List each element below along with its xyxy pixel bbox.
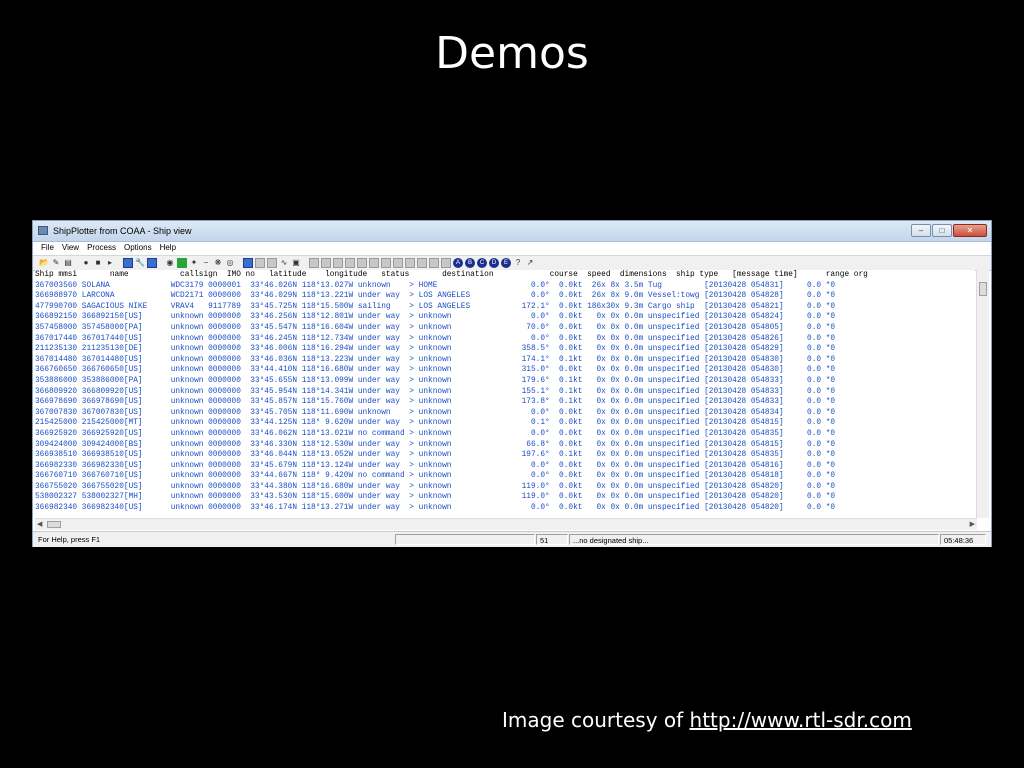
table-row[interactable]: 353886000 353886000[PA] unknown 0000000 … (35, 376, 975, 387)
weather-icon[interactable]: ❋ (213, 258, 223, 268)
window-titlebar[interactable]: ShipPlotter from COAA - Ship view – □ ✕ (33, 221, 991, 242)
caption-link[interactable]: http://www.rtl-sdr.com (690, 708, 912, 732)
filter-2-icon[interactable] (321, 258, 331, 268)
target-icon[interactable]: ◎ (225, 258, 235, 268)
minus-icon[interactable]: − (201, 258, 211, 268)
menu-help[interactable]: Help (160, 243, 176, 255)
chart-icon[interactable] (123, 258, 133, 268)
tools-icon[interactable]: 🔧 (135, 258, 145, 268)
image-credit: Image courtesy of http://www.rtl-sdr.com (502, 708, 912, 732)
graph-icon[interactable]: ∿ (279, 258, 289, 268)
table-row[interactable]: 367014480 367014480[US] unknown 0000000 … (35, 355, 975, 366)
vertical-scrollbar[interactable] (976, 270, 989, 518)
menu-view[interactable]: View (62, 243, 79, 255)
table-row[interactable]: 366988970 LARCONA WCD2171 0000000 33°46.… (35, 291, 975, 302)
filter-3-icon[interactable] (333, 258, 343, 268)
filter-7-icon[interactable] (381, 258, 391, 268)
table-row[interactable]: 367017440 367017440[US] unknown 0000000 … (35, 334, 975, 345)
table-row[interactable]: 366892150 366892150[US] unknown 0000000 … (35, 312, 975, 323)
circle-e-icon[interactable]: E (501, 258, 511, 268)
help-question-icon[interactable]: ? (513, 258, 523, 268)
minimize-icon[interactable]: – (911, 224, 931, 237)
filter-1-icon[interactable] (309, 258, 319, 268)
table-row[interactable]: 366982330 366982330[US] unknown 0000000 … (35, 461, 975, 472)
filter-11-icon[interactable] (429, 258, 439, 268)
table-row[interactable]: 366809920 366809920[US] unknown 0000000 … (35, 387, 975, 398)
circle-b-icon[interactable]: B (465, 258, 475, 268)
table-row[interactable]: 366938510 366938510[US] unknown 0000000 … (35, 450, 975, 461)
table-row[interactable]: 538002327 538002327[MH] unknown 0000000 … (35, 492, 975, 503)
record-icon[interactable]: ● (81, 258, 91, 268)
table-row[interactable]: 366760650 366760650[US] unknown 0000000 … (35, 365, 975, 376)
circle-a-icon[interactable]: A (453, 258, 463, 268)
table-row[interactable]: 367003560 SOLANA WDC3179 0000001 33°46.0… (35, 281, 975, 292)
window-icon[interactable]: ▣ (291, 258, 301, 268)
ship-table: Ship mmsi name callsign IMO no latitude … (35, 270, 975, 518)
circle-d-icon[interactable]: D (489, 258, 499, 268)
play-icon[interactable]: ▸ (105, 258, 115, 268)
caption-text: Image courtesy of (502, 708, 684, 732)
table-row[interactable]: 477990700 SAGACIOUS NIKE VRAV4 9117789 3… (35, 302, 975, 313)
menu-options[interactable]: Options (124, 243, 152, 255)
table-row[interactable]: 215425000 215425000[MT] unknown 0000000 … (35, 418, 975, 429)
menubar: File View Process Options Help (33, 242, 991, 255)
table-header[interactable]: Ship mmsi name callsign IMO no latitude … (35, 270, 975, 281)
edit-icon[interactable]: ✎ (51, 258, 61, 268)
table-row[interactable]: 366978690 366978690[US] unknown 0000000 … (35, 397, 975, 408)
horizontal-scrollbar[interactable]: ◀ ▶ (35, 518, 977, 530)
map-icon[interactable]: ▤ (63, 258, 73, 268)
star-icon[interactable]: ✦ (189, 258, 199, 268)
close-icon[interactable]: ✕ (953, 224, 987, 237)
table-row[interactable]: 211235130 211235130[DE] unknown 0000000 … (35, 344, 975, 355)
scroll-left-icon[interactable]: ◀ (37, 520, 42, 528)
status-count: 51 (536, 534, 568, 545)
filter-12-icon[interactable] (441, 258, 451, 268)
status-ship: ...no designated ship... (569, 534, 939, 545)
filter-4-icon[interactable] (345, 258, 355, 268)
scroll-right-icon[interactable]: ▶ (970, 520, 975, 528)
table-row[interactable]: 357458000 357458000[PA] unknown 0000000 … (35, 323, 975, 334)
toolbar: 📂 ✎ ▤ ● ■ ▸ 🔧 ◉ ✦ − ❋ ◎ ∿ ▣ A B C D E ? … (33, 255, 991, 271)
maximize-icon[interactable]: □ (932, 224, 952, 237)
grid-icon[interactable] (255, 258, 265, 268)
vertical-scroll-thumb[interactable] (979, 282, 987, 296)
menu-process[interactable]: Process (87, 243, 116, 255)
status-time: 05:48:36 (940, 534, 986, 545)
window-title: ShipPlotter from COAA - Ship view (53, 226, 192, 236)
filter-10-icon[interactable] (417, 258, 427, 268)
app-icon (38, 226, 48, 235)
slide-title: Demos (435, 28, 589, 79)
statusbar: For Help, press F1 51 ...no designated s… (33, 531, 991, 547)
table-row[interactable]: 366982340 366982340[US] unknown 0000000 … (35, 503, 975, 514)
open-folder-icon[interactable]: 📂 (39, 258, 49, 268)
panel-icon[interactable] (267, 258, 277, 268)
globe-icon[interactable]: ◉ (165, 258, 175, 268)
filter-9-icon[interactable] (405, 258, 415, 268)
filter-8-icon[interactable] (393, 258, 403, 268)
table-row[interactable]: 366755020 366755020[US] unknown 0000000 … (35, 482, 975, 493)
filter-5-icon[interactable] (357, 258, 367, 268)
window-controls: – □ ✕ (911, 224, 987, 237)
stop-icon[interactable]: ■ (93, 258, 103, 268)
table-row[interactable]: 366760710 366760710[US] unknown 0000000 … (35, 471, 975, 482)
circle-c-icon[interactable]: C (477, 258, 487, 268)
table-row[interactable]: 366925920 366925920[US] unknown 0000000 … (35, 429, 975, 440)
horizontal-scroll-thumb[interactable] (47, 521, 61, 528)
status-help-text: For Help, press F1 (38, 535, 101, 544)
filter-6-icon[interactable] (369, 258, 379, 268)
table-row[interactable]: 309424000 309424000[BS] unknown 0000000 … (35, 440, 975, 451)
table-row[interactable]: 367007830 367007830[US] unknown 0000000 … (35, 408, 975, 419)
shipplotter-window: ShipPlotter from COAA - Ship view – □ ✕ … (32, 220, 992, 547)
menu-file[interactable]: File (41, 243, 54, 255)
context-help-icon[interactable]: ↗ (525, 258, 535, 268)
ship-list-icon[interactable] (243, 258, 253, 268)
layers-icon[interactable] (177, 258, 187, 268)
zoom-icon[interactable] (147, 258, 157, 268)
